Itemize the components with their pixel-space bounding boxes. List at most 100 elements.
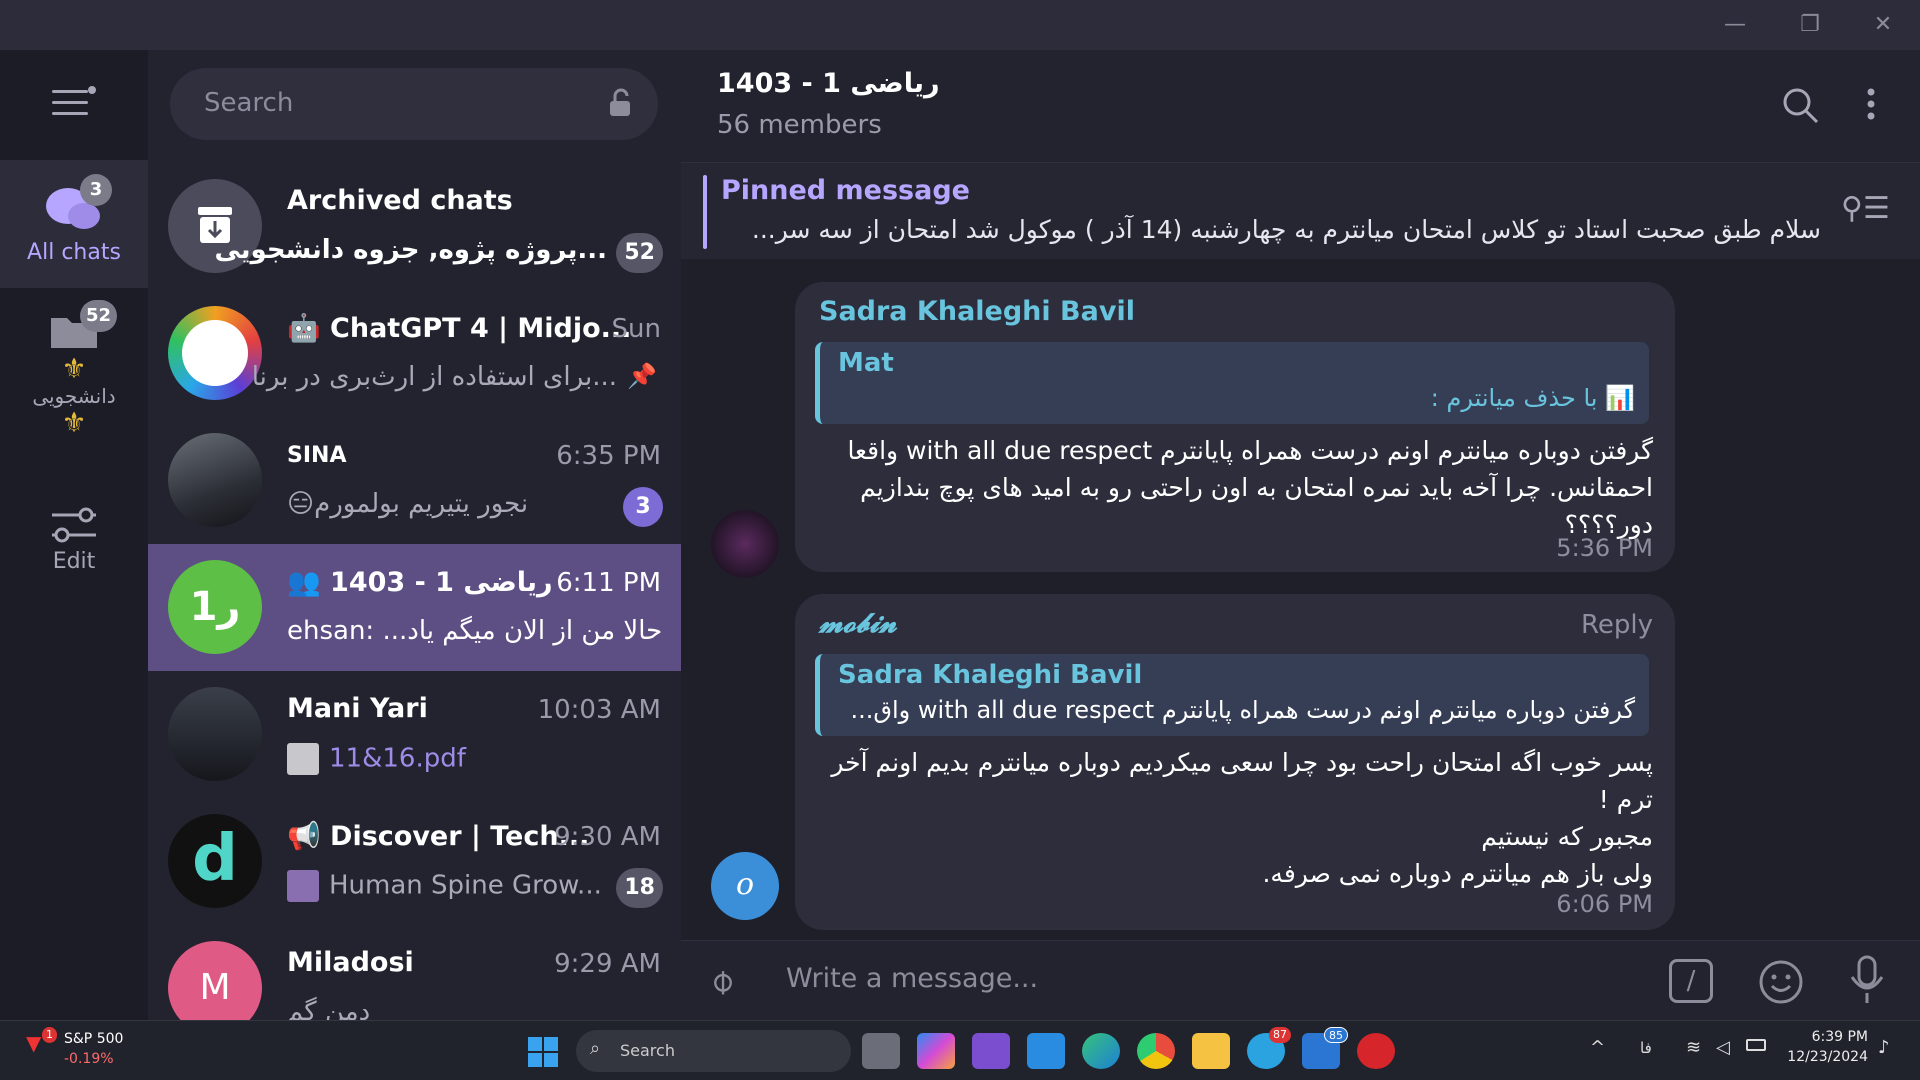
chat-subtitle: 11&16.pdf [287, 743, 466, 775]
clock-time[interactable]: 6:39 PM [1788, 1029, 1868, 1045]
all-chats-label: All chats [27, 240, 121, 265]
chat-title: 1403 - 1 ریاضی [717, 68, 940, 99]
fleur-icon: ⚜ [61, 352, 87, 385]
quote-text: گرفتن دوباره میانترم اونم درست همراه پای… [850, 696, 1636, 724]
chat-row[interactable]: Mani Yari 10:03 AM 11&16.pdf [148, 671, 681, 798]
chat-time: 10:03 AM [537, 695, 661, 725]
folder-rail: 3 All chats 52 ⚜ دانشجویی ⚜ Edit [0, 50, 148, 1020]
close-button[interactable]: ✕ [1848, 0, 1918, 50]
all-chats-badge: 3 [80, 174, 112, 206]
minimize-button[interactable]: — [1700, 0, 1770, 50]
microphone-icon[interactable] [1847, 955, 1887, 1007]
battery-icon[interactable] [1746, 1039, 1766, 1051]
chat-title: 📢 Discover | Tech... [287, 821, 590, 852]
widget-badge: 1 [42, 1027, 57, 1043]
chat-row[interactable]: d 📢 Discover | Tech... 9:30 AM Human Spi… [148, 798, 681, 925]
chat-title: 🤖 ChatGPT 4 | Midjo... [287, 313, 632, 344]
pin-icon: 📌 [627, 362, 657, 390]
hamburger-icon [52, 86, 96, 115]
app-badge: 85 [1324, 1027, 1348, 1043]
search-icon[interactable] [1781, 86, 1821, 126]
unlock-icon[interactable] [608, 88, 636, 118]
notification-bell-icon[interactable]: ♪ [1878, 1037, 1890, 1058]
chat-row[interactable]: 🤖 ChatGPT 4 | Midjo... Sun ...برای استفا… [148, 290, 681, 417]
chat-row-archived[interactable]: Archived chats ...پروژه پژوه, جزوه دانشج… [148, 163, 681, 290]
quote-sender: Sadra Khaleghi Bavil [838, 660, 1143, 690]
file-explorer-icon[interactable] [1192, 1033, 1230, 1069]
chat-header[interactable]: 1403 - 1 ریاضی 56 members [681, 50, 1920, 162]
task-view-icon[interactable] [862, 1033, 900, 1069]
folder-label: دانشجویی [32, 384, 116, 408]
sender-avatar[interactable]: o [711, 852, 779, 920]
unread-count: 18 [616, 868, 663, 908]
fleur-icon: ⚜ [61, 406, 87, 439]
stock-name: S&P 500 [64, 1031, 124, 1047]
clock-date[interactable]: 12/23/2024 [1780, 1049, 1868, 1065]
search-input[interactable]: Search [170, 68, 658, 140]
vscode-icon[interactable] [1027, 1033, 1065, 1069]
edge-icon[interactable] [1082, 1033, 1120, 1069]
more-icon[interactable] [1861, 86, 1881, 126]
chat-title: Archived chats [287, 185, 513, 216]
reply-quote[interactable]: Sadra Khaleghi Bavil گرفتن دوباره میانتر… [815, 654, 1649, 736]
sender-name[interactable]: 𝓶𝓸𝓫𝓲𝓷 [819, 608, 897, 640]
restore-button[interactable]: ❐ [1775, 0, 1845, 50]
group-icon: 👥 [287, 567, 331, 598]
chat-subtitle: ehsan: ...حالا من از الان میگم یاد [287, 616, 663, 646]
chat-title: SINA [287, 443, 347, 468]
sender-name[interactable]: Sadra Khaleghi Bavil [819, 296, 1135, 327]
folder-badge: 52 [80, 300, 118, 332]
message-bubble[interactable]: Sadra Khaleghi Bavil Mat 📊 با حذف میانتر… [795, 282, 1675, 572]
volume-icon[interactable]: ◁ [1716, 1037, 1730, 1058]
emoji-icon[interactable] [1758, 959, 1804, 1005]
chat-panel: 1403 - 1 ریاضی 56 members Pinned message… [681, 50, 1920, 1020]
chat-subtitle: Human Spine Grow... [287, 870, 602, 902]
chat-row[interactable]: M Miladosi 9:29 AM دمن گم [148, 925, 681, 1020]
pinned-label: Pinned message [721, 175, 970, 206]
telegram-icon[interactable]: 87 [1247, 1027, 1291, 1069]
folder-all-chats[interactable]: 3 All chats [0, 160, 148, 288]
message-text: پسر خوب اگه امتحان راحت بود چرا سعی میکر… [831, 748, 1653, 888]
sender-avatar[interactable] [711, 510, 779, 578]
stock-change: -0.19% [64, 1051, 114, 1067]
chat-time: 6:35 PM [556, 441, 661, 471]
edit-label: Edit [52, 549, 96, 574]
chrome-icon[interactable] [1137, 1033, 1175, 1069]
chat-time: 9:29 AM [554, 949, 661, 979]
message-input[interactable]: Write a message... [786, 963, 1038, 994]
chat-title: Miladosi [287, 947, 414, 978]
copilot-icon[interactable] [917, 1033, 955, 1069]
message-bubble[interactable]: 𝓶𝓸𝓫𝓲𝓷 Reply Sadra Khaleghi Bavil گرفتن د… [795, 594, 1675, 930]
windows-start-icon[interactable] [528, 1037, 558, 1067]
stock-widget[interactable]: ▼ 1 S&P 500 -0.19% [26, 1027, 123, 1067]
reply-label: Reply [1580, 610, 1653, 640]
avatar [168, 687, 262, 781]
app-icon[interactable]: 85 [1302, 1027, 1348, 1069]
unread-count: 52 [616, 233, 663, 273]
taskbar-search[interactable]: ⌕ Search [576, 1030, 851, 1072]
attach-icon[interactable]: ⌀ [700, 960, 743, 1003]
commands-icon[interactable]: / [1669, 959, 1713, 1003]
message-time: 6:06 PM [1556, 890, 1653, 918]
chevron-up-icon[interactable]: ^ [1590, 1037, 1605, 1058]
message-text: گرفتن دوباره میانترم اونم درست همراه پای… [847, 436, 1653, 539]
vivaldi-icon[interactable] [1357, 1033, 1395, 1069]
menu-button[interactable] [52, 86, 96, 124]
chat-row-active[interactable]: ر1 👥 1403 - 1 ریاضی 6:11 PM ehsan: ...حا… [148, 544, 681, 671]
chat-subtitle: 😑نجور یتیریم بولمورم [287, 489, 529, 519]
wifi-icon[interactable]: ≋ [1686, 1037, 1701, 1058]
megaphone-icon: 📢 [287, 821, 331, 852]
visual-studio-icon[interactable] [972, 1033, 1010, 1069]
search-icon: ⌕ [590, 1038, 601, 1059]
language-indicator[interactable]: فا [1640, 1039, 1652, 1057]
pin-list-icon[interactable]: ⚲☰ [1841, 191, 1890, 226]
sliders-icon [52, 507, 96, 543]
chat-time: Sun [611, 314, 661, 344]
group-avatar: ر1 [168, 560, 262, 654]
chat-row[interactable]: SINA 6:35 PM 😑نجور یتیریم بولمورم 3 [148, 417, 681, 544]
message-composer: ⌀ Write a message... / [681, 940, 1920, 1020]
reply-quote[interactable]: Mat 📊 با حذف میانترم : [815, 342, 1649, 424]
folder-daneshjooyi[interactable]: 52 ⚜ دانشجویی ⚜ [0, 300, 148, 460]
edit-folders-button[interactable]: Edit [0, 505, 148, 605]
pinned-message-bar[interactable]: Pinned message سلام طبق صحبت استاد تو کل… [681, 162, 1920, 259]
